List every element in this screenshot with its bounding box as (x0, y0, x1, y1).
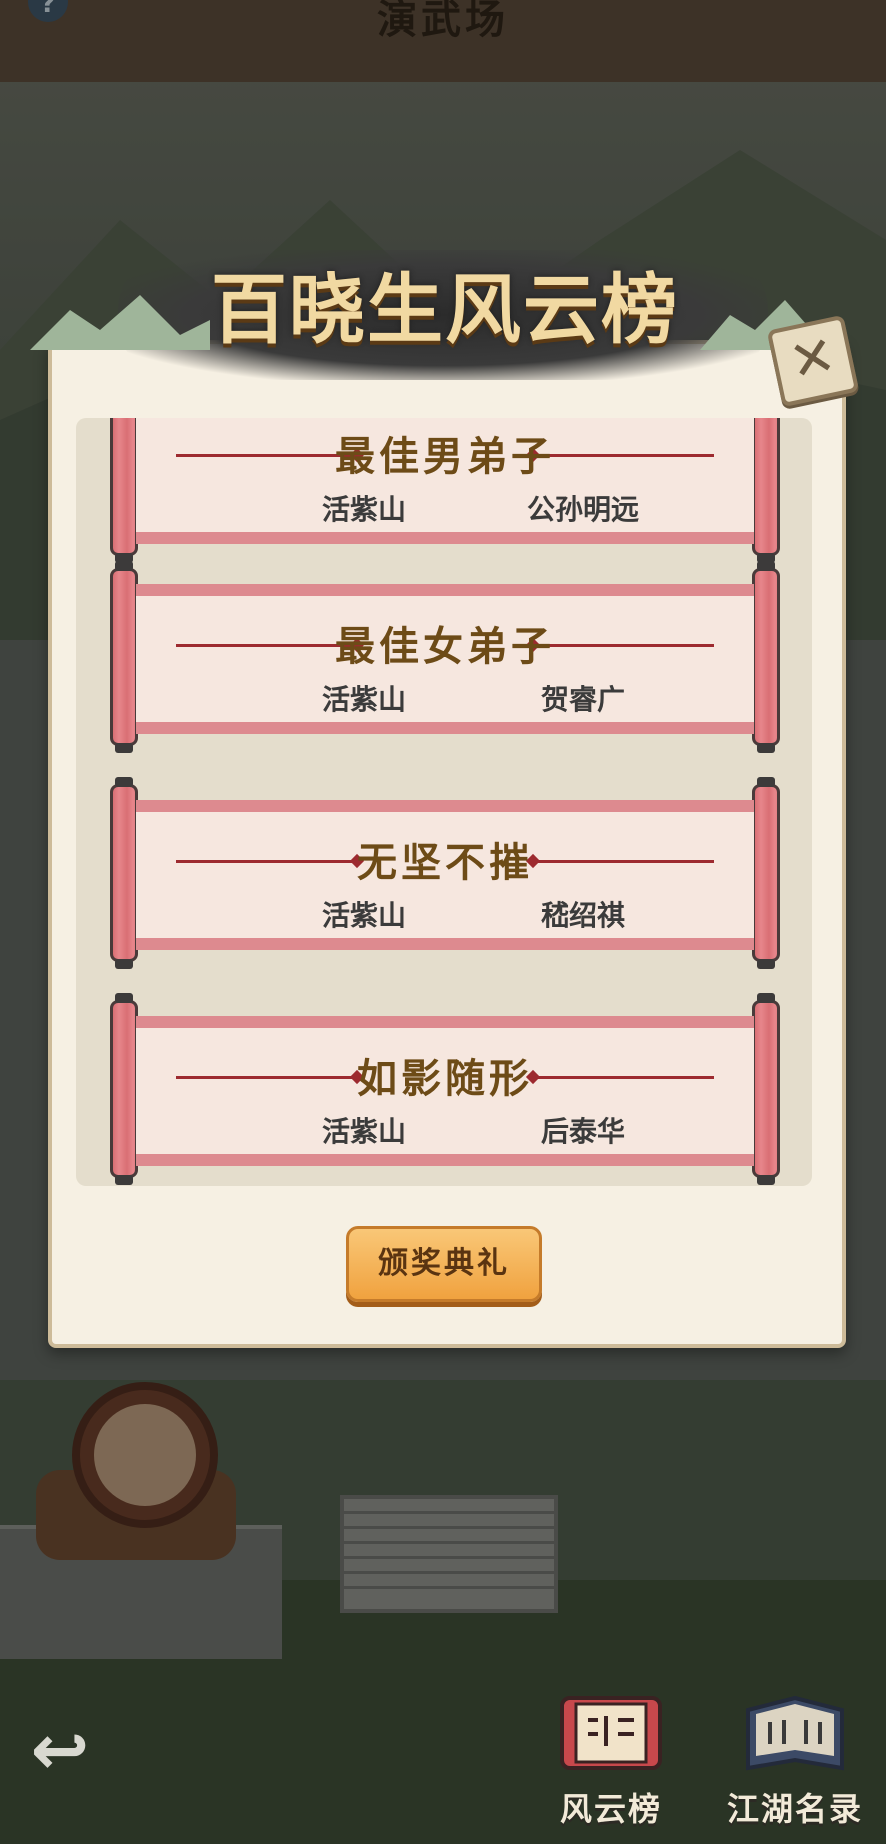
close-button[interactable]: ✕ (766, 314, 860, 408)
modal-title: 百晓生风云榜 (211, 265, 679, 354)
disciple-name: 后泰华 (540, 1115, 625, 1148)
award-scroll: 最佳男弟子 活紫山 公孙明远 (110, 418, 780, 563)
award-title: 最佳男弟子 (335, 433, 555, 480)
disciple-name: 公孙明远 (526, 493, 639, 526)
award-title: 如影随形 (357, 1055, 533, 1102)
award-title: 最佳女弟子 (335, 623, 555, 670)
award-scroll: 最佳女弟子 活紫山 贺睿广 (110, 561, 780, 753)
award-scroll: 如影随形 活紫山 后泰华 (110, 993, 780, 1185)
nav-label: 风云榜 (559, 1790, 662, 1828)
nav-label: 江湖名录 (726, 1790, 863, 1828)
back-button[interactable]: ↩ (10, 1710, 110, 1790)
sect-name: 活紫山 (322, 899, 407, 932)
nav-jianghu-minglu[interactable]: 江湖名录 (720, 1690, 870, 1840)
award-scroll: 无坚不摧 活紫山 嵇绍祺 (110, 777, 780, 969)
sect-name: 活紫山 (322, 1115, 407, 1148)
close-icon: ✕ (783, 323, 842, 395)
award-ceremony-button[interactable]: 颁奖典礼 (346, 1226, 542, 1302)
award-list[interactable]: 最佳男弟子 活紫山 公孙明远 最佳女弟子 活紫山 贺睿广 无坚不摧 活紫山 嵇绍… (76, 418, 812, 1186)
disciple-name: 嵇绍祺 (540, 899, 625, 932)
back-arrow-icon: ↩ (30, 1709, 90, 1791)
disciple-name: 贺睿广 (540, 683, 625, 716)
book-icon (746, 1695, 844, 1771)
sect-name: 活紫山 (322, 683, 407, 716)
nav-fengyun-bang[interactable]: 风云榜 (536, 1690, 686, 1840)
scroll-icon (560, 1696, 662, 1770)
sect-name: 活紫山 (322, 493, 407, 526)
award-title: 无坚不摧 (357, 839, 533, 886)
